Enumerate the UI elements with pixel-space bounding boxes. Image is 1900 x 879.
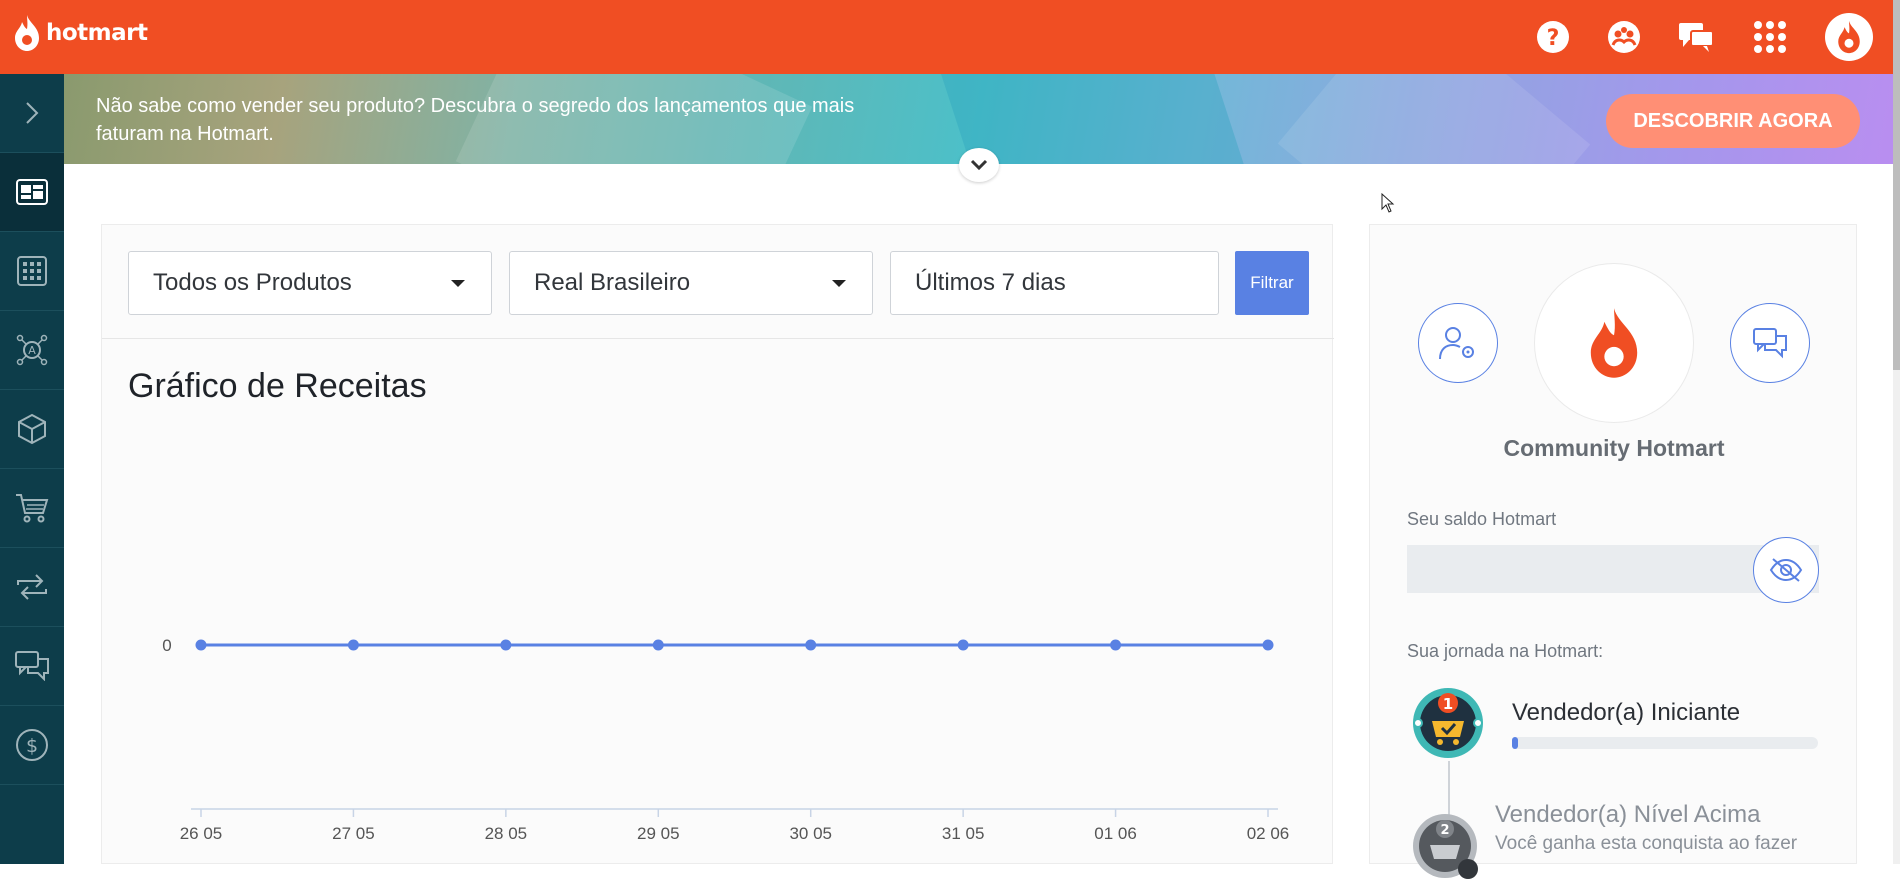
apps-icon: [17, 256, 47, 286]
level-1-name: Vendedor(a) Iniciante: [1512, 699, 1741, 726]
community-card: Community Hotmart Seu saldo Hotmart Sua …: [1369, 224, 1857, 879]
dollar-icon: $: [16, 729, 48, 761]
x-tick-label: 01 06: [1094, 824, 1137, 843]
hotmart-community-logo[interactable]: [1534, 263, 1694, 423]
community-title: Community Hotmart: [1503, 435, 1725, 461]
data-point[interactable]: [195, 639, 207, 651]
level-2-description: Você ganha esta conquista ao fazer: [1495, 833, 1798, 854]
sidebar-expand-button[interactable]: [0, 74, 64, 153]
recurrence-icon: [17, 574, 47, 600]
x-tick-label: 30 05: [789, 824, 832, 843]
sidebar-item-affiliates[interactable]: A: [0, 311, 64, 390]
level-2-name: Vendedor(a) Nível Acima: [1495, 801, 1761, 828]
data-point[interactable]: [347, 639, 359, 651]
hotmart-flame-icon: [15, 15, 39, 51]
logo-text: hotmart: [46, 20, 148, 46]
discover-now-button[interactable]: DESCOBRIR AGORA: [1606, 94, 1860, 148]
product-box-icon: [18, 413, 46, 445]
eye-off-icon: [1769, 558, 1803, 582]
sidebar-item-sales[interactable]: [0, 469, 64, 548]
level-1-badge-icon: 1: [1413, 688, 1483, 758]
data-point[interactable]: [652, 639, 664, 651]
user-avatar-icon[interactable]: [1825, 13, 1873, 61]
sidebar-item-dashboard[interactable]: [0, 153, 64, 232]
sidebar: A $: [0, 74, 64, 864]
svg-text:A: A: [28, 344, 36, 357]
revenue-card: Todos os Produtos Real Brasileiro Último…: [101, 224, 1334, 864]
hotmart-flame-icon: [1590, 308, 1638, 378]
mouse-cursor-icon: [1381, 193, 1395, 213]
level-1-progress-bar: [1512, 737, 1818, 749]
shopping-cart-icon: [16, 494, 49, 523]
data-point[interactable]: [1262, 639, 1274, 651]
account-settings-button[interactable]: [1418, 303, 1498, 383]
x-tick-label: 29 05: [637, 824, 680, 843]
sidebar-item-products[interactable]: [0, 390, 64, 469]
journey-connector: [1448, 761, 1450, 819]
data-point[interactable]: [1110, 639, 1122, 651]
help-icon[interactable]: ?: [1533, 17, 1573, 57]
banner-text: Não sabe como vender seu produto? Descub…: [96, 95, 855, 145]
balance-label: Seu saldo Hotmart: [1407, 509, 1557, 529]
banner-collapse-button[interactable]: [959, 148, 999, 182]
level-2-badge-icon: 2: [1413, 814, 1478, 879]
messages-icon: [15, 651, 49, 681]
chevron-down-icon: [970, 159, 988, 171]
banner-decoration: [1277, 74, 1591, 164]
x-tick-label: 31 05: [942, 824, 985, 843]
affiliates-network-icon: A: [16, 334, 48, 366]
data-point[interactable]: [500, 639, 512, 651]
x-tick-label: 27 05: [332, 824, 375, 843]
x-tick-label: 26 05: [180, 824, 223, 843]
y-tick-label: 0: [162, 636, 171, 655]
user-settings-icon: [1439, 327, 1474, 360]
scrollbar-thumb[interactable]: [1893, 0, 1900, 370]
level-1-progress-fill: [1512, 737, 1519, 749]
revenue-line-chart: 0 26 05 27 05 28 05 29 05 30 05 31 05 01 06 02 0…: [162, 636, 1290, 843]
data-point[interactable]: [957, 639, 969, 651]
chat-bubbles-icon: [1753, 328, 1787, 359]
sidebar-item-messages[interactable]: [0, 627, 64, 706]
level-2-number: 2: [1440, 823, 1449, 838]
apps-grid-icon[interactable]: [1750, 17, 1790, 57]
dashboard-icon: [16, 179, 48, 205]
sidebar-item-recurrence[interactable]: [0, 548, 64, 627]
level-1-number: 1: [1443, 695, 1453, 713]
hotmart-logo[interactable]: hotmart: [12, 14, 148, 52]
x-tick-label: 02 06: [1247, 824, 1290, 843]
chat-icon[interactable]: [1676, 17, 1716, 57]
community-chat-button[interactable]: [1730, 303, 1810, 383]
data-point[interactable]: [805, 639, 817, 651]
x-tick-label: 28 05: [485, 824, 528, 843]
toggle-balance-visibility-button[interactable]: [1753, 537, 1819, 603]
community-icon[interactable]: [1604, 17, 1644, 57]
svg-text:$: $: [26, 735, 38, 757]
chevron-right-icon: [26, 102, 39, 124]
journey-label: Sua jornada na Hotmart:: [1407, 641, 1604, 661]
sidebar-item-finance[interactable]: $: [0, 706, 64, 785]
sidebar-item-apps[interactable]: [0, 232, 64, 311]
svg-text:?: ?: [1547, 26, 1560, 51]
top-bar: hotmart ?: [0, 0, 1893, 74]
